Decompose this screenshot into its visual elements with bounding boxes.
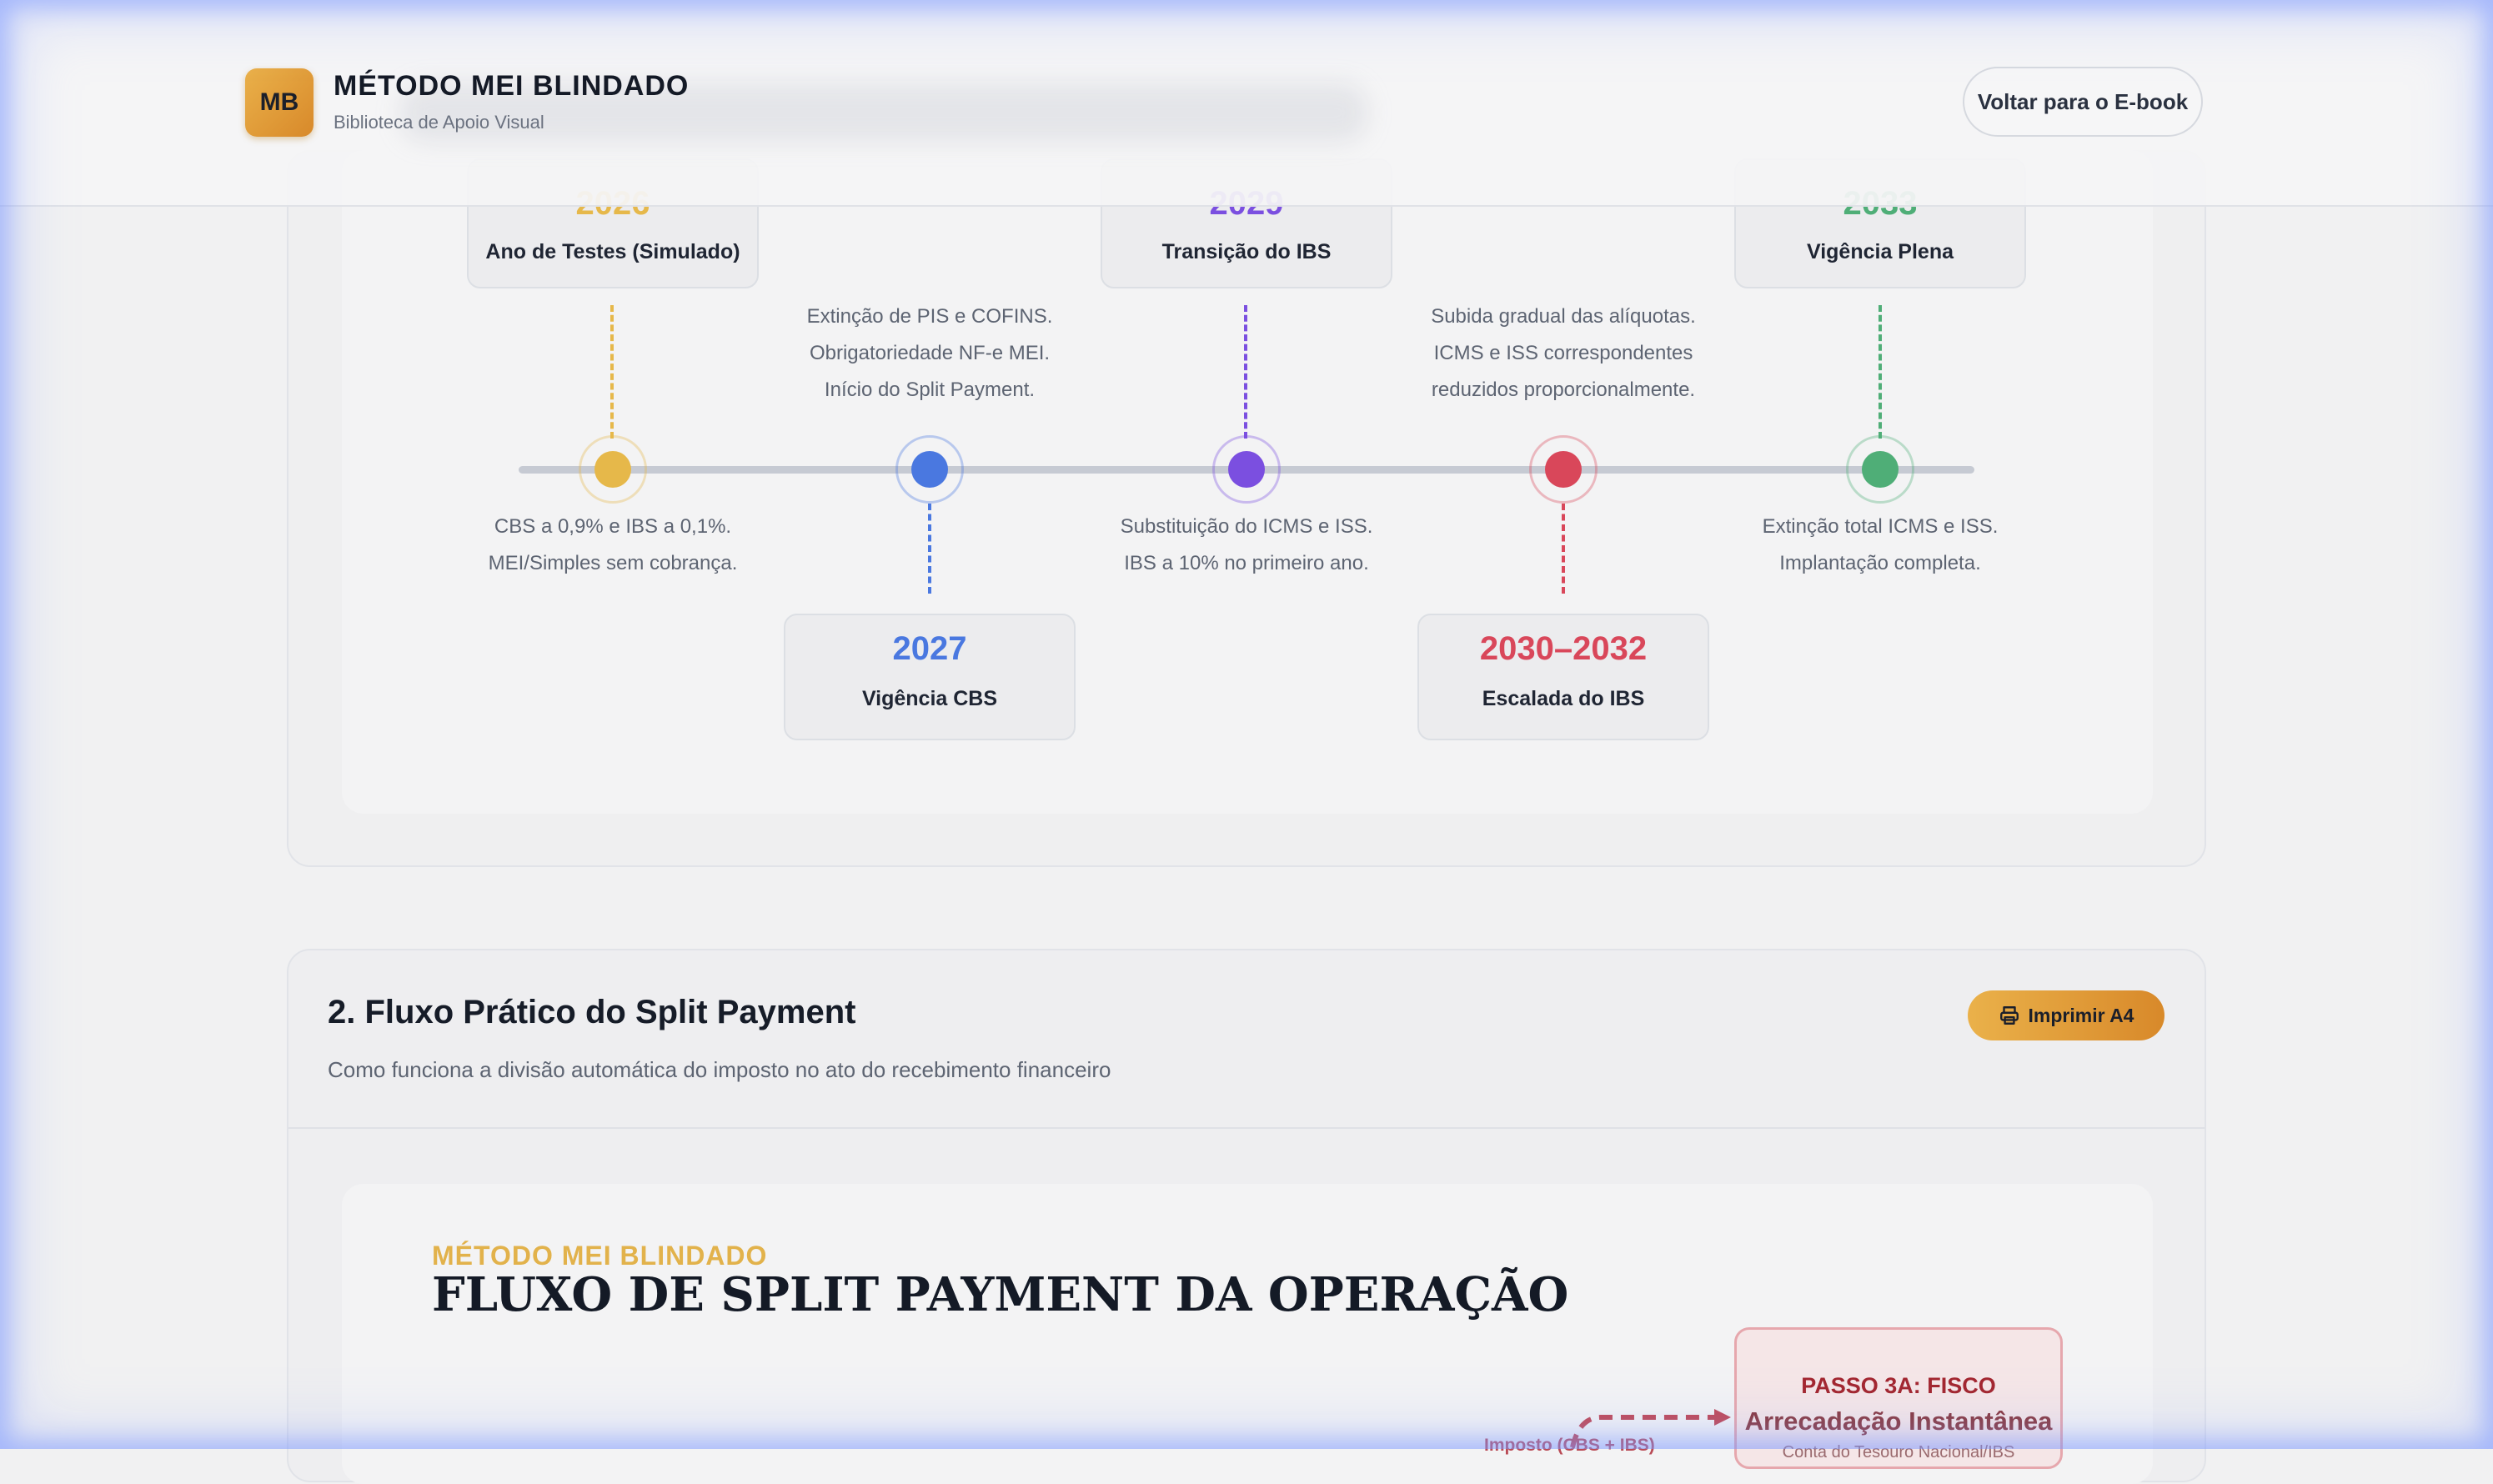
milestone-description: Substituição do ICMS e ISS. IBS a 10% no…: [1120, 515, 1373, 574]
milestone-description: Extinção total ICMS e ISS. Implantação c…: [1762, 515, 1999, 574]
milestone-marker: [1862, 451, 1899, 488]
milestone-connector: [610, 305, 614, 439]
milestone-description: Extinção de PIS e COFINS. Obrigatoriedad…: [806, 305, 1053, 401]
milestone-description: CBS a 0,9% e IBS a 0,1%. MEI/Simples sem…: [488, 515, 738, 574]
print-a4-button[interactable]: Imprimir A4: [1968, 990, 2164, 1040]
section-divider: [288, 1127, 2205, 1129]
milestone-label: Transição do IBS: [1161, 240, 1332, 263]
milestone-label: Vigência CBS: [861, 687, 998, 710]
flow-heading: FLUXO DE SPLIT PAYMENT DA OPERAÇÃO: [432, 1267, 1569, 1322]
section-title: 2. Fluxo Prático do Split Payment: [328, 994, 856, 1030]
milestone-year: 2030–2032: [1479, 630, 1648, 667]
milestone-box-2027: 2027 Vigência CBS: [784, 614, 1076, 740]
back-to-ebook-button[interactable]: Voltar para o E-book: [1963, 67, 2203, 137]
brand-logo: MB: [245, 68, 314, 137]
milestone-year: 2027: [892, 630, 967, 667]
fisco-step-name: Arrecadação Instantânea: [1744, 1406, 2053, 1436]
milestone-connector: [1879, 305, 1882, 439]
brand-subtitle: Biblioteca de Apoio Visual: [334, 112, 544, 133]
milestone-label: Vigência Plena: [1806, 240, 1954, 263]
milestone-description: Subida gradual das alíquotas. ICMS e ISS…: [1431, 305, 1696, 401]
milestone-box-2030-2032: 2030–2032 Escalada do IBS: [1417, 614, 1709, 740]
milestone-marker: [1545, 451, 1582, 488]
milestone-marker: [911, 451, 948, 488]
section-subtitle: Como funciona a divisão automática do im…: [328, 1057, 1111, 1082]
fisco-step-title: PASSO 3A: FISCO: [1801, 1373, 1996, 1398]
fisco-step-box: PASSO 3A: FISCO Arrecadação Instantânea …: [1734, 1327, 2063, 1469]
milestone-connector: [1244, 305, 1247, 439]
printer-icon: [1999, 1006, 2019, 1025]
milestone-label: Ano de Testes (Simulado): [485, 240, 740, 263]
milestone-connector: [928, 504, 931, 594]
milestone-marker: [594, 451, 631, 488]
app-header: MB MÉTODO MEI BLINDADO Biblioteca de Apo…: [0, 0, 2493, 207]
milestone-marker: [1228, 451, 1265, 488]
milestone-label: Escalada do IBS: [1482, 687, 1645, 710]
tax-flow-label: Imposto (CBS + IBS): [1484, 1436, 1655, 1455]
brand-title: MÉTODO MEI BLINDADO: [334, 70, 690, 102]
fisco-step-detail: Conta do Tesouro Nacional/IBS: [1782, 1443, 2015, 1461]
print-button-label: Imprimir A4: [2028, 1004, 2134, 1026]
milestone-connector: [1562, 504, 1565, 594]
